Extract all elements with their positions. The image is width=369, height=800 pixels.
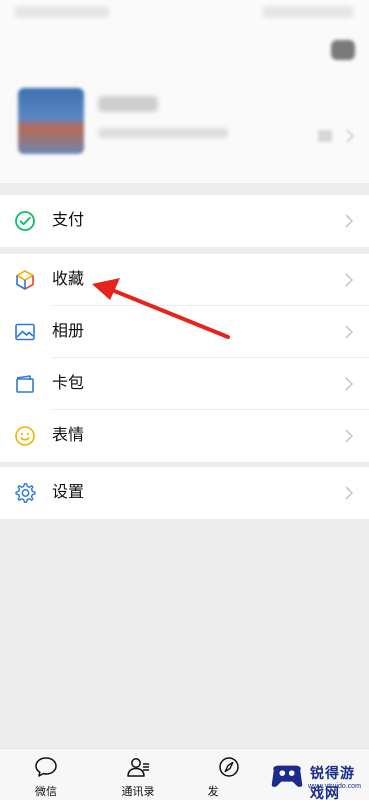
camera-icon[interactable] — [331, 40, 355, 60]
services-group: 收藏 相册 卡包 表情 — [0, 254, 369, 462]
wechat-id-blurred — [98, 128, 228, 138]
menu-item-label: 表情 — [52, 427, 85, 444]
menu-item-settings[interactable]: 设置 — [0, 467, 369, 519]
smiley-icon — [15, 426, 35, 446]
discover-compass-icon — [219, 757, 239, 777]
card-wallet-icon — [16, 375, 34, 393]
menu-item-favorites[interactable]: 收藏 — [0, 254, 369, 306]
site-watermark: 锐得游戏网 www.ytruido.com — [268, 757, 368, 800]
status-bar-right — [262, 6, 354, 18]
menu-item-album[interactable]: 相册 — [0, 306, 369, 358]
menu-item-label: 相册 — [52, 323, 85, 340]
gear-icon — [15, 483, 36, 503]
watermark-url: www.ytruido.com — [308, 783, 361, 790]
album-image-icon — [15, 323, 35, 341]
watermark-title: 锐得游戏网 — [310, 765, 355, 800]
menu-item-label: 支付 — [52, 212, 85, 229]
bottom-tab-bar: 微信 通讯录 发 锐得游戏网 www.ytruido.com — [0, 748, 369, 800]
nickname-blurred — [98, 96, 158, 112]
status-bar-left — [14, 6, 110, 18]
tab-label: 发 — [207, 786, 219, 798]
menu-item-stickers[interactable]: 表情 — [0, 410, 369, 462]
chevron-right-icon — [345, 429, 354, 443]
contacts-icon — [127, 758, 149, 777]
chat-bubble-icon — [35, 757, 57, 777]
pay-icon — [15, 211, 35, 231]
chevron-right-icon — [345, 273, 354, 287]
menu-item-pay[interactable]: 支付 — [0, 195, 369, 247]
chevron-right-icon — [345, 214, 354, 228]
profile-chevron-icon[interactable] — [346, 129, 354, 143]
chevron-right-icon — [345, 486, 354, 500]
tab-chats[interactable]: 微信 — [11, 749, 81, 800]
menu-item-label: 收藏 — [52, 271, 85, 288]
settings-group: 设置 — [0, 467, 369, 519]
status-bar — [14, 6, 354, 20]
pay-group: 支付 — [0, 195, 369, 247]
favorites-cube-icon — [16, 270, 34, 290]
menu-item-label: 设置 — [52, 484, 85, 501]
profile-header — [0, 0, 369, 183]
menu-item-label: 卡包 — [52, 375, 85, 392]
chevron-right-icon — [345, 325, 354, 339]
qr-code-icon[interactable] — [318, 130, 332, 142]
avatar[interactable] — [18, 88, 84, 154]
chevron-right-icon — [345, 377, 354, 391]
gamepad-logo-icon — [271, 765, 303, 787]
tab-discover[interactable]: 发 — [194, 749, 264, 800]
menu-item-cards[interactable]: 卡包 — [0, 358, 369, 410]
tab-label: 微信 — [35, 786, 57, 798]
